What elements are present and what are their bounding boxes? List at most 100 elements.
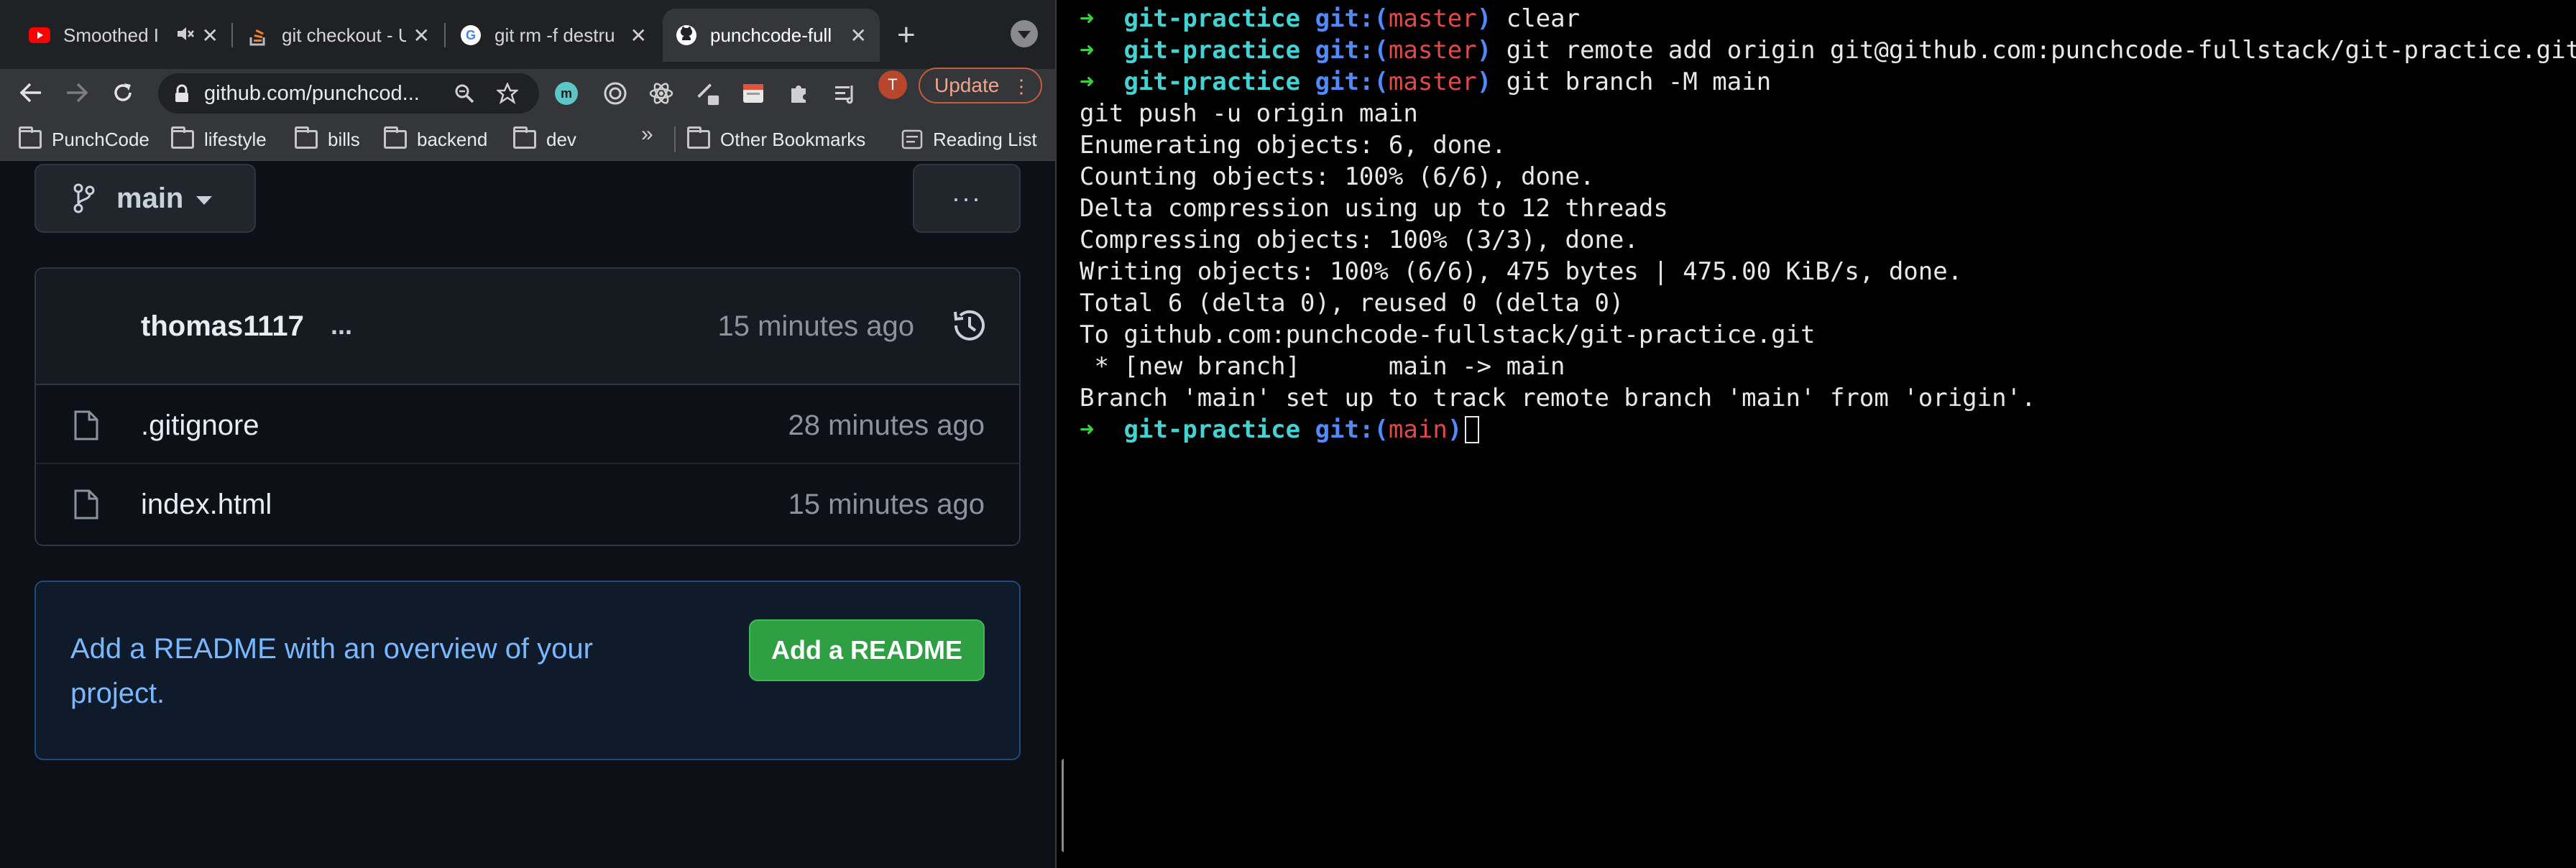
prompt-arrow: ➜ [1080,68,1095,96]
close-tab-icon[interactable]: ✕ [413,24,430,47]
bookmark-folder-punchcode[interactable]: PunchCode [19,126,150,152]
file-name[interactable]: index.html [141,489,272,521]
prompt-git-label: ) [1476,68,1492,96]
extension-target-icon[interactable] [602,80,628,106]
latest-commit-row: thomas1117 ... 15 minutes ago [36,269,1019,385]
youtube-icon [29,24,50,46]
zoom-icon[interactable] [451,80,477,106]
folder-icon [384,126,407,149]
bookmark-folder-lifestyle[interactable]: lifestyle [171,126,267,152]
back-icon[interactable] [14,76,47,109]
branch-selector-button[interactable]: main [34,164,256,233]
profile-avatar[interactable]: T [878,70,907,99]
prompt-branch: main [1388,415,1448,444]
bookmark-folder-other[interactable]: Other Bookmarks [687,126,865,152]
bookmark-label: bills [328,128,360,150]
extensions-puzzle-icon[interactable] [786,80,812,106]
terminal-output-line: Branch 'main' set up to track remote bra… [1080,384,2036,412]
prompt-branch: master [1388,4,1477,33]
add-readme-button[interactable]: Add a README [749,619,985,681]
prompt-git-label: git:( [1315,36,1389,65]
tab-google[interactable]: G git rm -f destru ✕ [447,9,660,62]
git-branch-icon [73,183,95,213]
tab-title: punchcode-full [710,24,832,46]
react-devtools-icon[interactable] [648,80,674,106]
bookmark-folder-dev[interactable]: dev [513,126,576,152]
bookmarks-bar: PunchCode lifestyle bills backend dev Ot… [0,118,1055,161]
tab-separator [231,23,233,47]
prompt-git-label: ) [1447,415,1463,444]
terminal-cursor[interactable] [1465,416,1480,443]
tab-youtube[interactable]: Smoothed I ✕ [16,9,231,62]
folder-icon [295,126,318,149]
reading-mode-icon[interactable] [832,80,858,106]
more-options-button[interactable]: ··· [913,164,1021,233]
reading-list-icon [901,129,923,149]
terminal-prompt-line[interactable]: ➜ git-practice git:(main) [1080,414,2576,445]
close-tab-icon[interactable]: ✕ [202,24,218,47]
commit-time[interactable]: 15 minutes ago [717,310,914,343]
kebab-menu-icon[interactable]: ⋮ [1012,76,1031,96]
file-name[interactable]: .gitignore [141,410,259,442]
bookmark-folder-bills[interactable]: bills [295,126,360,152]
tab-stackoverflow[interactable]: git checkout - U ✕ [234,9,443,62]
folder-icon [171,126,194,149]
prompt-directory: git-practice [1123,68,1301,96]
bookmark-label: PunchCode [52,128,150,150]
prompt-git-label: git:( [1315,415,1389,444]
file-icon [73,489,99,520]
command-text: git branch -M main [1506,68,1772,96]
command-text: clear [1506,4,1581,33]
close-tab-icon[interactable]: ✕ [850,24,867,47]
lock-icon[interactable] [174,84,190,103]
extension-m-icon[interactable]: m [553,80,579,106]
terminal-output-line: git push -u origin main [1080,99,1418,128]
tab-title: git rm -f destru [494,24,615,46]
bookmark-folder-backend[interactable]: backend [384,126,487,152]
speaker-muted-icon[interactable] [176,25,195,46]
command-text: git remote add origin git@github.com:pun… [1506,36,2576,65]
tab-github-active[interactable]: punchcode-full ✕ [663,9,880,62]
folder-icon [687,126,710,149]
terminal-output-line: To github.com:punchcode-fullstack/git-pr… [1080,320,1816,349]
forward-icon[interactable] [60,76,93,109]
update-button[interactable]: Update ⋮ [919,68,1042,103]
terminal-output-line: Counting objects: 100% (6/6), done. [1080,162,1595,191]
svg-text:G: G [466,28,476,42]
terminal-output-line: Delta compression using up to 12 threads [1080,194,1668,223]
tab-title: git checkout - U [282,24,406,46]
new-tab-button[interactable]: + [897,17,916,53]
reload-icon[interactable] [106,76,139,109]
prompt-arrow: ➜ [1080,36,1095,65]
url-text[interactable]: github.com/punchcod... [204,82,448,106]
prompt-arrow: ➜ [1080,4,1095,33]
file-row[interactable]: index.html 15 minutes ago [36,464,1019,543]
pen-tool-icon[interactable] [694,80,720,106]
bookmark-label: Other Bookmarks [720,128,866,150]
file-time: 28 minutes ago [788,410,985,441]
tab-search-icon[interactable] [1011,20,1038,47]
github-icon [676,24,697,46]
commit-author[interactable]: thomas1117 [141,310,304,343]
pane-divider[interactable] [1055,0,1057,868]
prompt-git-label: ) [1476,4,1492,33]
branch-name: main [116,182,184,214]
extension-calendar-icon[interactable] [740,80,766,106]
prompt-directory: git-practice [1123,4,1301,33]
reading-list-button[interactable]: Reading List [901,126,1037,152]
folder-icon [513,126,536,149]
commit-message-expand[interactable]: ... [331,310,352,341]
history-icon[interactable] [950,306,989,345]
terminal-pane[interactable]: ➜ git-practice git:(master) clear ➜ git-… [1064,0,2576,868]
close-tab-icon[interactable]: ✕ [630,24,647,47]
bookmark-label: Reading List [933,128,1037,150]
stackoverflow-icon [247,24,269,46]
address-bar[interactable]: github.com/punchcod... [158,73,539,114]
terminal-command-line: ➜ git-practice git:(master) clear [1080,3,2576,34]
tab-separator [444,23,446,47]
readme-prompt-text: Add a README with an overview of your pr… [70,633,593,709]
file-row[interactable]: .gitignore 28 minutes ago [36,385,1019,464]
bookmarks-overflow-icon[interactable]: » [641,122,653,147]
bookmark-star-icon[interactable] [494,80,520,106]
tab-strip: Smoothed I ✕ git checkout - U ✕ G git rm… [0,0,1055,69]
